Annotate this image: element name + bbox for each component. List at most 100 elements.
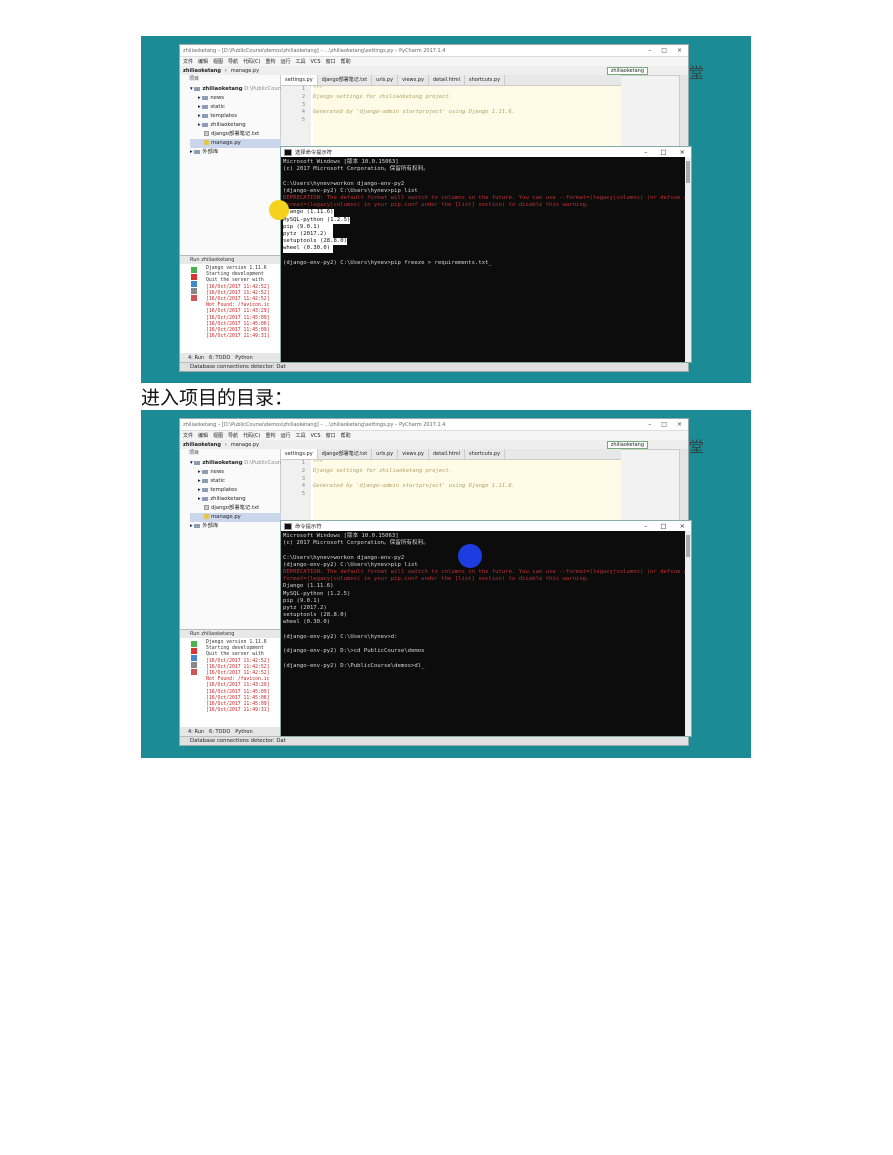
tree-item[interactable]: ▸ static (190, 103, 291, 112)
tree-item[interactable]: ▸ zhiliaoketang (190, 121, 291, 130)
menu-item[interactable]: 运行 (280, 58, 290, 65)
tree-item[interactable]: ▸ news (190, 94, 291, 103)
stop-icon[interactable] (191, 648, 197, 654)
project-tree: ▾ zhiliaoketang D:\PublicCourse\d ▸ news ▸… (190, 459, 292, 531)
menu-item[interactable]: 编辑 (198, 432, 208, 439)
project-pane-header[interactable]: 项目 (189, 75, 199, 83)
tree-external-libs[interactable]: ▸ 外部库 (190, 522, 291, 531)
settings-icon[interactable] (191, 662, 197, 668)
cmd-scrollbar[interactable] (685, 157, 691, 362)
tree-item[interactable]: manage.py (190, 139, 292, 148)
settings-icon[interactable] (191, 288, 197, 294)
line-number: 1 (301, 86, 305, 92)
run-tab-label[interactable]: zhiliaoketang (201, 631, 234, 637)
terminal-line: format=(legacy|columns) in your pip.conf… (283, 202, 590, 209)
editor-tab[interactable]: urls.py (372, 75, 399, 85)
menu-item[interactable]: 窗口 (326, 432, 336, 439)
menu-item[interactable]: 工具 (296, 432, 306, 439)
menu-item[interactable]: VCS (311, 59, 321, 65)
folder-icon (202, 95, 209, 100)
close-run-icon[interactable] (191, 295, 197, 301)
menu-item[interactable]: 窗口 (326, 58, 336, 65)
editor-tab[interactable]: settings.py (281, 75, 318, 85)
maximize-icon[interactable]: □ (660, 522, 666, 530)
tree-root[interactable]: ▾ zhiliaoketang D:\PublicCourse\d (190, 85, 291, 94)
tree-item[interactable]: ▸ templates (190, 112, 291, 121)
bottom-tab[interactable]: 6: TODO (209, 355, 230, 361)
close-run-icon[interactable] (191, 669, 197, 675)
menu-item[interactable]: 代码(C) (243, 432, 260, 439)
minimize-icon[interactable]: – (644, 148, 647, 156)
tree-item[interactable]: ▸ zhiliaoketang (190, 495, 291, 504)
tree-item[interactable]: django部署笔记.txt (190, 130, 291, 139)
editor-tab[interactable]: detail.html (429, 75, 465, 85)
run-tab-label[interactable]: zhiliaoketang (201, 257, 234, 263)
tree-item[interactable]: ▸ news (190, 468, 291, 477)
menu-item[interactable]: 文件 (183, 58, 193, 65)
menu-item[interactable]: 导航 (228, 58, 238, 65)
menu-item[interactable]: 代码(C) (243, 58, 260, 65)
editor-tab[interactable]: settings.py (281, 449, 318, 459)
nav-file[interactable]: manage.py (231, 68, 259, 74)
terminal-output[interactable]: Microsoft Windows [版本 10.0.15063] (c) 201… (283, 533, 687, 670)
close-icon[interactable]: × (680, 522, 685, 530)
close-icon[interactable]: × (677, 421, 682, 428)
cmd-scroll-thumb[interactable] (686, 161, 690, 183)
minimize-icon[interactable]: – (644, 522, 647, 530)
menu-item[interactable]: 运行 (280, 432, 290, 439)
menu-item[interactable]: 工具 (296, 58, 306, 65)
run-config-select[interactable]: zhiliaoketang (606, 440, 648, 449)
terminal-output[interactable]: Microsoft Windows [版本 10.0.15063] (c) 201… (283, 159, 687, 267)
menu-item[interactable]: 视图 (213, 432, 223, 439)
editor-tab[interactable]: detail.html (429, 449, 465, 459)
minimize-icon[interactable]: – (648, 47, 651, 54)
stop-icon[interactable] (191, 274, 197, 280)
menu-item[interactable]: 文件 (183, 432, 193, 439)
run-config-select[interactable]: zhiliaoketang (606, 66, 648, 75)
menu-item[interactable]: 帮助 (341, 432, 351, 439)
bottom-tab[interactable]: Python (235, 729, 252, 735)
rerun-icon[interactable] (191, 267, 197, 273)
menu-item[interactable]: 重构 (265, 432, 275, 439)
editor-tab[interactable]: views.py (398, 75, 429, 85)
menu-item[interactable]: VCS (311, 433, 321, 439)
tree-item[interactable]: ▸ static (190, 477, 291, 486)
maximize-icon[interactable]: □ (660, 148, 666, 156)
bottom-tab[interactable]: Python (235, 355, 252, 361)
maximize-icon[interactable]: □ (661, 421, 667, 428)
editor-tab[interactable]: django部署笔记.txt (318, 449, 373, 459)
close-icon[interactable]: × (680, 148, 685, 156)
tree-external-libs[interactable]: ▸ 外部库 (190, 148, 291, 157)
nav-project[interactable]: zhiliaoketang (183, 442, 221, 448)
tree-root[interactable]: ▾ zhiliaoketang D:\PublicCourse\d (190, 459, 291, 468)
menu-item[interactable]: 视图 (213, 58, 223, 65)
bottom-tab[interactable]: 4: Run (188, 729, 204, 735)
bottom-tab[interactable]: 6: TODO (209, 729, 230, 735)
rerun-icon[interactable] (191, 641, 197, 647)
menu-item[interactable]: 编辑 (198, 58, 208, 65)
tree-item-label: templates (210, 487, 238, 493)
pause-icon[interactable] (191, 281, 197, 287)
bottom-tab[interactable]: 4: Run (188, 355, 204, 361)
terminal-line: Django (1.11.6) (283, 209, 334, 217)
editor-tab[interactable]: shortcuts.py (465, 449, 506, 459)
menu-item[interactable]: 重构 (265, 58, 275, 65)
editor-tab[interactable]: django部署笔记.txt (318, 75, 373, 85)
menu-item[interactable]: 帮助 (341, 58, 351, 65)
cmd-scroll-thumb[interactable] (686, 535, 690, 557)
cmd-scrollbar[interactable] (685, 531, 691, 736)
nav-project[interactable]: zhiliaoketang (183, 68, 221, 74)
tree-item[interactable]: django部署笔记.txt (190, 504, 291, 513)
editor-tab[interactable]: urls.py (372, 449, 399, 459)
project-pane-header[interactable]: 项目 (189, 449, 199, 457)
tree-item[interactable]: manage.py (190, 513, 292, 522)
editor-tab[interactable]: shortcuts.py (465, 75, 506, 85)
maximize-icon[interactable]: □ (661, 47, 667, 54)
minimize-icon[interactable]: – (648, 421, 651, 428)
editor-tab[interactable]: views.py (398, 449, 429, 459)
tree-item[interactable]: ▸ templates (190, 486, 291, 495)
menu-item[interactable]: 导航 (228, 432, 238, 439)
close-icon[interactable]: × (677, 47, 682, 54)
pause-icon[interactable] (191, 655, 197, 661)
nav-file[interactable]: manage.py (231, 442, 259, 448)
